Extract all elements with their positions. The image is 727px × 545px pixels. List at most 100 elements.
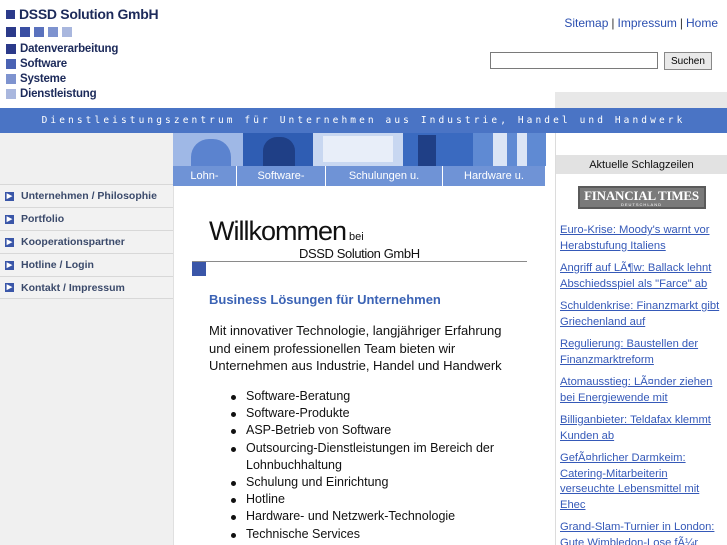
logo-company-name: DSSD Solution GmbH [19, 6, 159, 22]
nav-item-unternehmen[interactable]: ▶ Unternehmen / Philosophie [0, 184, 173, 207]
site-header: DSSD Solution GmbH Datenverarbeitung Sof… [0, 0, 727, 108]
nav-item-label: Hotline / Login [21, 259, 94, 271]
nav-spacer [0, 133, 173, 184]
news-link[interactable]: Grand-Slam-Turnier in London: Gute Wimbl… [560, 521, 714, 545]
home-link[interactable]: Home [686, 16, 718, 30]
impressum-link[interactable]: Impressum [618, 16, 677, 30]
nav-item-label: Kooperationspartner [21, 236, 125, 248]
nav-item-kooperationspartner[interactable]: ▶ Kooperationspartner [0, 230, 173, 253]
nav-item-label: Portfolio [21, 213, 65, 225]
search-input[interactable] [490, 52, 658, 69]
financial-times-logo[interactable]: FINANCIAL TIMES DEUTSCHLAND [577, 186, 706, 209]
service-item: Technische Services [229, 526, 519, 543]
news-item: Schuldenkrise: Finanzmarkt gibt Griechen… [560, 299, 722, 330]
nav-arrow-icon: ▶ [5, 191, 14, 201]
nav-item-label: Unternehmen / Philosophie [21, 190, 157, 202]
photo-segment [191, 139, 231, 166]
left-navigation: ▶ Unternehmen / Philosophie ▶ Portfolio ▶ K… [0, 133, 173, 545]
logo-color-dots [6, 27, 158, 37]
news-link[interactable]: Euro-Krise: Moody's warnt vor Herabstufu… [560, 224, 710, 252]
welcome-square-icon [192, 262, 206, 276]
service-item: Hardware- und Netzwerk-Technologie [229, 508, 519, 525]
tab-hardware[interactable]: Hardware u. [443, 166, 546, 186]
main-content: Willkommen bei DSSD Solution GmbH Busines… [173, 186, 555, 545]
nav-item-hotline-login[interactable]: ▶ Hotline / Login [0, 253, 173, 276]
photo-segment [263, 137, 295, 166]
section-heading: Business Lösungen für Unternehmen [209, 292, 441, 307]
news-item: Grand-Slam-Turnier in London: Gute Wimbl… [560, 520, 722, 545]
search-button[interactable]: Suchen [664, 52, 712, 70]
tab-software[interactable]: Software- [237, 166, 326, 186]
news-link[interactable]: Regulierung: Baustellen der Finanzmarktr… [560, 338, 698, 366]
photo-segment [418, 135, 436, 166]
search-form: Suchen [490, 52, 712, 70]
link-separator: | [679, 16, 683, 30]
logo-bullet-icon [6, 88, 16, 99]
nav-arrow-icon: ▶ [5, 283, 14, 292]
news-sidebar: Aktuelle Schlagzeilen FINANCIAL TIMES DE… [555, 133, 727, 545]
news-link[interactable]: GefÃ¤hrlicher Darmkeim: Catering-Mitarbe… [560, 452, 699, 511]
nav-arrow-icon: ▶ [5, 214, 14, 224]
news-link[interactable]: Schuldenkrise: Finanzmarkt gibt Griechen… [560, 300, 719, 328]
welcome-title: Willkommen [209, 216, 347, 246]
nav-arrow-icon: ▶ [5, 260, 14, 270]
logo-line-text: Systeme [20, 72, 66, 85]
welcome-company: DSSD Solution GmbH [299, 246, 420, 261]
category-tabs: Lohn- Software- Schulungen u. Hardware u… [173, 166, 546, 186]
logo-line: Software [6, 56, 158, 71]
photo-segment [493, 133, 507, 166]
news-item: Angriff auf LÃ¶w: Ballack lehnt Abschied… [560, 261, 722, 292]
tab-lohn[interactable]: Lohn- [173, 166, 237, 186]
logo-square-icon [6, 9, 15, 19]
news-item: Atomausstieg: LÃ¤nder ziehen bei Energie… [560, 375, 722, 406]
news-item: Regulierung: Baustellen der Finanzmarktr… [560, 337, 722, 368]
nav-item-kontakt[interactable]: ▶ Kontakt / Impressum [0, 276, 173, 299]
service-item: Software-Beratung [229, 388, 519, 405]
photo-segment [473, 133, 546, 166]
logo-line-text: Datenverarbeitung [20, 42, 119, 55]
news-item: GefÃ¤hrlicher Darmkeim: Catering-Mitarbe… [560, 451, 722, 513]
company-logo[interactable]: DSSD Solution GmbH Datenverarbeitung Sof… [6, 6, 159, 101]
logo-line-text: Dienstleistung [20, 87, 97, 100]
logo-line: Datenverarbeitung [6, 41, 158, 56]
logo-line: Dienstleistung [6, 86, 158, 101]
news-item: Billiganbieter: Teldafax klemmt Kunden a… [560, 413, 722, 444]
header-right-strip [555, 92, 727, 108]
photo-segment [403, 133, 473, 166]
ft-logo-title: FINANCIAL TIMES [584, 187, 699, 203]
news-item: Euro-Krise: Moody's warnt vor Herabstufu… [560, 223, 722, 254]
logo-dot-icon [34, 27, 44, 37]
services-list: Software-Beratung Software-Produkte ASP-… [229, 388, 519, 543]
logo-bullet-icon [6, 43, 16, 54]
link-separator: | [611, 16, 615, 30]
logo-line: Systeme [6, 71, 158, 86]
logo-dot-icon [20, 27, 30, 37]
nav-item-portfolio[interactable]: ▶ Portfolio [0, 207, 173, 230]
nav-arrow-icon: ▶ [5, 237, 14, 247]
tagline-text: Dienstleistungszentrum für Unternehmen a… [41, 115, 686, 126]
logo-dot-icon [62, 27, 72, 37]
header-photo-strip [173, 133, 546, 166]
photo-segment [517, 133, 527, 166]
news-header: Aktuelle Schlagzeilen [556, 155, 727, 174]
welcome-bei: bei [349, 231, 364, 243]
news-list: Euro-Krise: Moody's warnt vor Herabstufu… [556, 223, 722, 545]
nav-item-label: Kontakt / Impressum [21, 281, 125, 294]
ft-logo-subtitle: DEUTSCHLAND [620, 201, 662, 207]
intro-text: Mit innovativer Technologie, langjährige… [209, 323, 502, 373]
service-item: Hotline [229, 491, 519, 508]
service-item: Software-Produkte [229, 405, 519, 422]
service-item: ASP-Betrieb von Software [229, 422, 519, 439]
logo-dot-icon [6, 27, 16, 37]
service-item: Outsourcing-Dienstleistungen im Bereich … [229, 440, 519, 474]
welcome-divider [192, 261, 527, 262]
tab-schulungen[interactable]: Schulungen u. [326, 166, 443, 186]
news-link[interactable]: Billiganbieter: Teldafax klemmt Kunden a… [560, 414, 711, 442]
sitemap-link[interactable]: Sitemap [564, 16, 608, 30]
logo-bullet-icon [6, 73, 16, 84]
news-link[interactable]: Angriff auf LÃ¶w: Ballack lehnt Abschied… [560, 262, 711, 290]
logo-dot-icon [48, 27, 58, 37]
photo-segment [323, 136, 393, 162]
news-link[interactable]: Atomausstieg: LÃ¤nder ziehen bei Energie… [560, 376, 712, 404]
welcome-block: Willkommen bei DSSD Solution GmbH [209, 216, 420, 261]
